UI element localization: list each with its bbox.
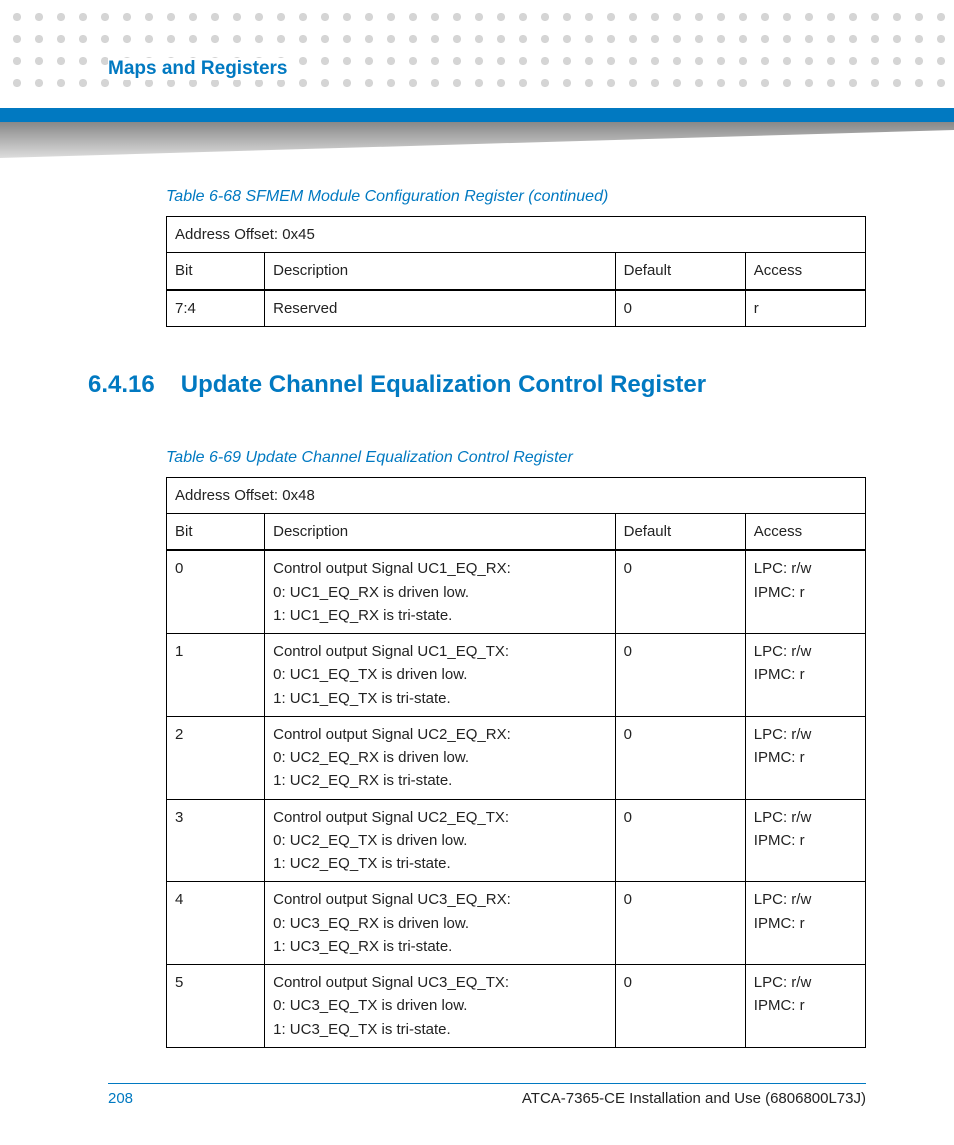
table-69: Address Offset: 0x48 Bit Description Def… bbox=[166, 477, 866, 1048]
cell-access: LPC: r/wIPMC: r bbox=[745, 634, 865, 717]
text-line: Reserved bbox=[273, 297, 607, 320]
cell-bit: 3 bbox=[167, 799, 265, 882]
cell-bit: 7:4 bbox=[167, 290, 265, 327]
cell-access: LPC: r/wIPMC: r bbox=[745, 550, 865, 633]
table-68-body: 7:4 Reserved 0r bbox=[167, 290, 866, 327]
text-line: LPC: r/w bbox=[754, 888, 857, 911]
cell-bit: 1 bbox=[167, 634, 265, 717]
cell-description: Reserved bbox=[265, 290, 616, 327]
col-header-description: Description bbox=[265, 514, 616, 551]
text-line: LPC: r/w bbox=[754, 557, 857, 580]
text-line: r bbox=[754, 297, 857, 320]
text-line: IPMC: r bbox=[754, 912, 857, 935]
text-line: Control output Signal UC1_EQ_TX: bbox=[273, 640, 607, 663]
text-line: 0: UC1_EQ_RX is driven low. bbox=[273, 581, 607, 604]
cell-default: 0 bbox=[615, 550, 745, 633]
col-header-access: Access bbox=[745, 514, 865, 551]
cell-bit: 2 bbox=[167, 716, 265, 799]
text-line: IPMC: r bbox=[754, 829, 857, 852]
text-line: 1: UC2_EQ_TX is tri-state. bbox=[273, 852, 607, 875]
text-line: 0: UC1_EQ_TX is driven low. bbox=[273, 663, 607, 686]
section-heading: 6.4.16 Update Channel Equalization Contr… bbox=[88, 371, 866, 399]
col-header-default: Default bbox=[615, 514, 745, 551]
text-line: IPMC: r bbox=[754, 663, 857, 686]
cell-bit: 0 bbox=[167, 550, 265, 633]
table-69-address-offset: Address Offset: 0x48 bbox=[167, 477, 866, 513]
footer-document-title: ATCA-7365-CE Installation and Use (68068… bbox=[522, 1090, 866, 1107]
text-line: IPMC: r bbox=[754, 746, 857, 769]
col-header-bit: Bit bbox=[167, 514, 265, 551]
header-dot-pattern bbox=[0, 0, 954, 100]
text-line: IPMC: r bbox=[754, 994, 857, 1017]
text-line: Control output Signal UC2_EQ_TX: bbox=[273, 806, 607, 829]
table-row: 1Control output Signal UC1_EQ_TX:0: UC1_… bbox=[167, 634, 866, 717]
text-line: 1: UC3_EQ_TX is tri-state. bbox=[273, 1018, 607, 1041]
cell-access: r bbox=[745, 290, 865, 327]
page-number: 208 bbox=[108, 1090, 133, 1107]
text-line: 0: UC3_EQ_TX is driven low. bbox=[273, 994, 607, 1017]
cell-bit: 5 bbox=[167, 965, 265, 1048]
cell-description: Control output Signal UC2_EQ_TX:0: UC2_E… bbox=[265, 799, 616, 882]
cell-access: LPC: r/wIPMC: r bbox=[745, 882, 865, 965]
text-line: IPMC: r bbox=[754, 581, 857, 604]
cell-access: LPC: r/wIPMC: r bbox=[745, 716, 865, 799]
text-line: LPC: r/w bbox=[754, 723, 857, 746]
col-header-bit: Bit bbox=[167, 253, 265, 290]
text-line: 1: UC1_EQ_TX is tri-state. bbox=[273, 687, 607, 710]
text-line: 0: UC3_EQ_RX is driven low. bbox=[273, 912, 607, 935]
text-line: 1: UC2_EQ_RX is tri-state. bbox=[273, 769, 607, 792]
cell-access: LPC: r/wIPMC: r bbox=[745, 965, 865, 1048]
table-69-body: 0Control output Signal UC1_EQ_RX:0: UC1_… bbox=[167, 550, 866, 1047]
cell-default: 0 bbox=[615, 634, 745, 717]
chapter-title: Maps and Registers bbox=[108, 58, 296, 80]
table-row: 0Control output Signal UC1_EQ_RX:0: UC1_… bbox=[167, 550, 866, 633]
cell-access: LPC: r/wIPMC: r bbox=[745, 799, 865, 882]
table-row: 7:4 Reserved 0r bbox=[167, 290, 866, 327]
text-line: Control output Signal UC2_EQ_RX: bbox=[273, 723, 607, 746]
col-header-description: Description bbox=[265, 253, 616, 290]
cell-description: Control output Signal UC3_EQ_RX:0: UC3_E… bbox=[265, 882, 616, 965]
table-row: 5Control output Signal UC3_EQ_TX:0: UC3_… bbox=[167, 965, 866, 1048]
text-line: LPC: r/w bbox=[754, 971, 857, 994]
table-row: 2Control output Signal UC2_EQ_RX:0: UC2_… bbox=[167, 716, 866, 799]
table-row: 4Control output Signal UC3_EQ_RX:0: UC3_… bbox=[167, 882, 866, 965]
cell-description: Control output Signal UC1_EQ_RX:0: UC1_E… bbox=[265, 550, 616, 633]
header-blue-bar bbox=[0, 108, 954, 122]
text-line: LPC: r/w bbox=[754, 640, 857, 663]
text-line: Control output Signal UC3_EQ_TX: bbox=[273, 971, 607, 994]
text-line: LPC: r/w bbox=[754, 806, 857, 829]
header-gray-wedge bbox=[0, 122, 954, 160]
cell-default: 0 bbox=[615, 965, 745, 1048]
cell-description: Control output Signal UC3_EQ_TX:0: UC3_E… bbox=[265, 965, 616, 1048]
cell-default: 0 bbox=[615, 882, 745, 965]
section-number: 6.4.16 bbox=[88, 371, 155, 399]
text-line: Control output Signal UC1_EQ_RX: bbox=[273, 557, 607, 580]
text-line: 0: UC2_EQ_TX is driven low. bbox=[273, 829, 607, 852]
text-line: 0: UC2_EQ_RX is driven low. bbox=[273, 746, 607, 769]
table-69-caption: Table 6-69 Update Channel Equalization C… bbox=[166, 449, 866, 467]
col-header-access: Access bbox=[745, 253, 865, 290]
table-68-caption: Table 6-68 SFMEM Module Configuration Re… bbox=[166, 188, 866, 206]
text-line: 1: UC1_EQ_RX is tri-state. bbox=[273, 604, 607, 627]
section-title: Update Channel Equalization Control Regi… bbox=[181, 371, 706, 399]
page-content: Table 6-68 SFMEM Module Configuration Re… bbox=[108, 188, 866, 1048]
text-line: Control output Signal UC3_EQ_RX: bbox=[273, 888, 607, 911]
cell-description: Control output Signal UC1_EQ_TX:0: UC1_E… bbox=[265, 634, 616, 717]
table-row: 3Control output Signal UC2_EQ_TX:0: UC2_… bbox=[167, 799, 866, 882]
cell-bit: 4 bbox=[167, 882, 265, 965]
col-header-default: Default bbox=[615, 253, 745, 290]
page-footer: 208 ATCA-7365-CE Installation and Use (6… bbox=[108, 1083, 866, 1107]
cell-default: 0 bbox=[615, 716, 745, 799]
table-68: Address Offset: 0x45 Bit Description Def… bbox=[166, 216, 866, 327]
cell-default: 0 bbox=[615, 799, 745, 882]
cell-description: Control output Signal UC2_EQ_RX:0: UC2_E… bbox=[265, 716, 616, 799]
text-line: 1: UC3_EQ_RX is tri-state. bbox=[273, 935, 607, 958]
table-68-address-offset: Address Offset: 0x45 bbox=[167, 217, 866, 253]
cell-default: 0 bbox=[615, 290, 745, 327]
